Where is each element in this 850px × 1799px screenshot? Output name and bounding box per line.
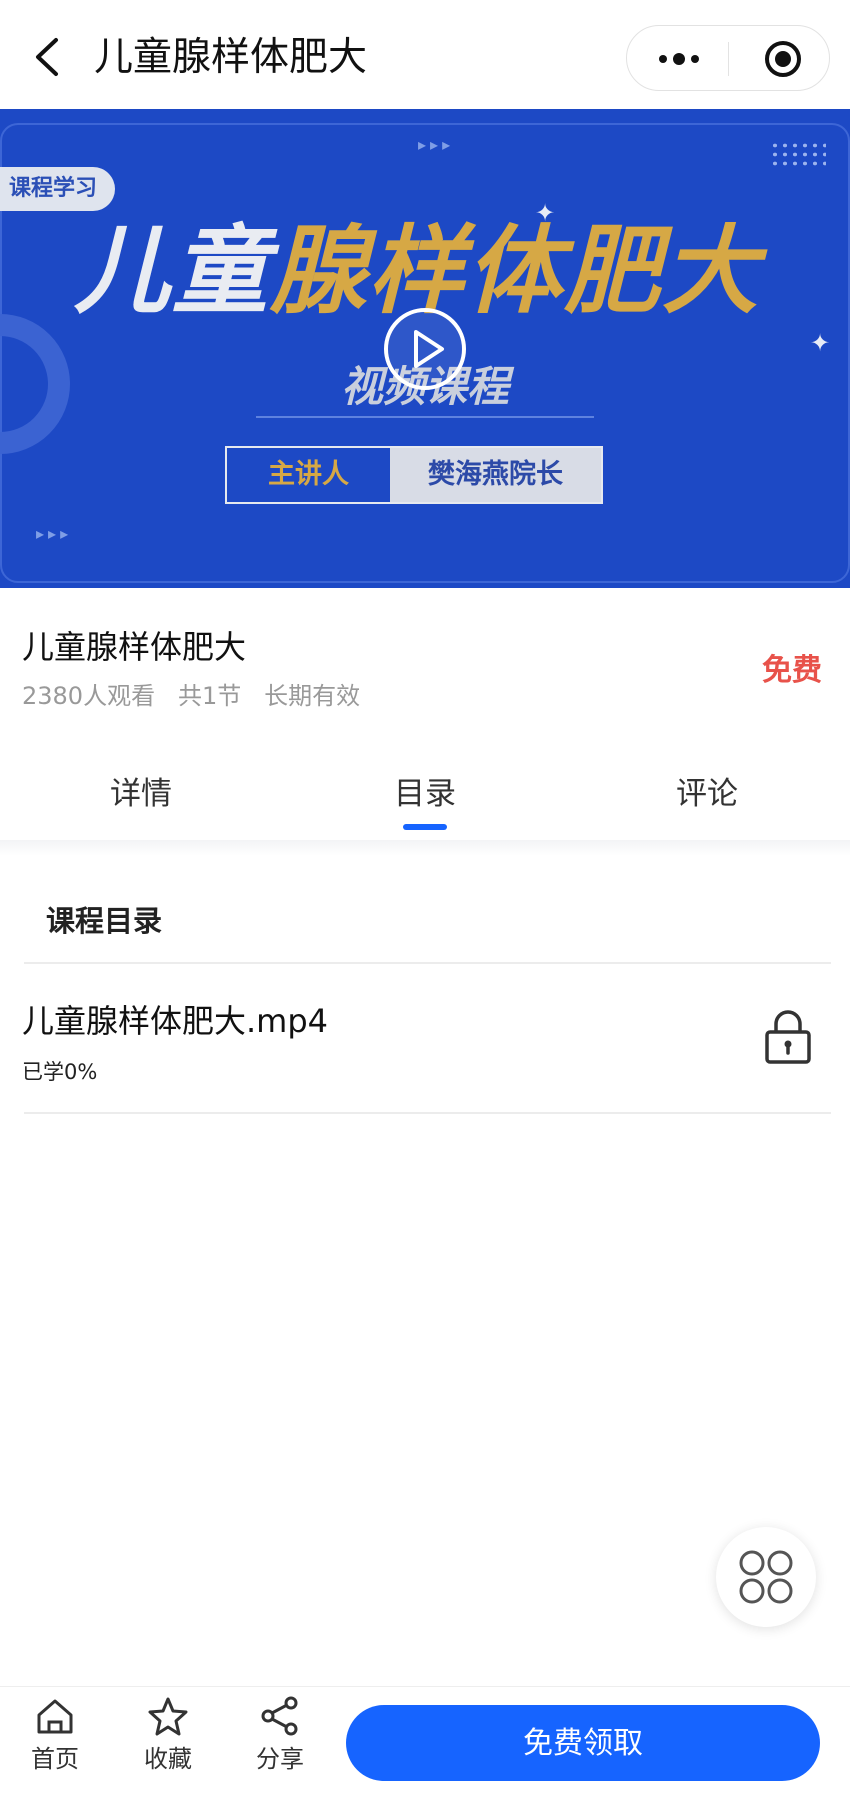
favorite-label: 收藏 (144, 1745, 192, 1773)
home-button[interactable]: 首页 (15, 1695, 95, 1774)
top-nav-bar: 儿童腺样体肥大 (0, 0, 850, 109)
star-icon (148, 1697, 188, 1736)
lock-icon (765, 1010, 811, 1064)
share-button[interactable]: 分享 (240, 1695, 320, 1774)
target-circle-icon[interactable] (763, 39, 803, 79)
banner-title-gold: 腺样体肥大 (270, 215, 760, 327)
banner-title-white: 儿童 (74, 215, 270, 327)
tab-shadow (0, 840, 850, 856)
more-dots-icon[interactable] (657, 46, 701, 72)
grid-menu-icon (739, 1550, 793, 1604)
catalog-title: 课程目录 (46, 904, 163, 938)
share-icon (261, 1696, 298, 1736)
decorative-arrows: ▸▸▸ (36, 524, 73, 543)
price-badge: 免费 (762, 653, 822, 688)
banner-tag: 课程学习 (0, 167, 115, 211)
lecturer-label: 主讲人 (268, 459, 349, 490)
divider (24, 962, 831, 964)
share-label: 分享 (256, 1745, 304, 1773)
lecturer-name: 樊海燕院长 (390, 448, 601, 502)
lesson-name[interactable]: 儿童腺样体肥大.mp4 (22, 996, 328, 1042)
tab-comments[interactable]: 评论 (676, 768, 738, 813)
validity: 长期有效 (264, 682, 361, 710)
tab-details[interactable]: 详情 (110, 768, 172, 813)
decorative-dots (770, 141, 826, 167)
course-video-cover[interactable]: ▸▸▸ ▸▸▸ ✦ ✦ 课程学习 儿童腺样体肥大 视频课程 主讲人 樊海燕院长 (0, 109, 850, 588)
lecturer-box: 主讲人 樊海燕院长 (225, 446, 603, 504)
home-icon (37, 1699, 73, 1734)
miniprogram-capsule (626, 25, 830, 91)
lesson-progress: 已学0% (22, 1060, 98, 1084)
play-circle-icon[interactable] (382, 306, 468, 392)
home-label: 首页 (31, 1745, 79, 1773)
capsule-divider (728, 42, 729, 76)
course-title: 儿童腺样体肥大 (22, 628, 247, 666)
active-tab-indicator (403, 824, 447, 830)
favorite-button[interactable]: 收藏 (128, 1695, 208, 1774)
section-count: 共1节 (177, 682, 242, 710)
chevron-left-icon[interactable] (28, 32, 68, 82)
page-title: 儿童腺样体肥大 (94, 35, 368, 80)
floating-menu-button[interactable] (716, 1527, 816, 1627)
course-meta: 2380人观看 共1节 长期有效 (22, 676, 360, 711)
decorative-arrows: ▸▸▸ (418, 135, 455, 154)
tab-catalog[interactable]: 目录 (394, 768, 456, 813)
view-count: 2380人观看 (22, 682, 156, 710)
claim-free-button[interactable]: 免费领取 (346, 1705, 820, 1781)
divider (24, 1112, 831, 1114)
bottom-action-bar: 首页 收藏 分享 免费领取 (0, 1686, 850, 1799)
banner-divider (256, 416, 594, 418)
